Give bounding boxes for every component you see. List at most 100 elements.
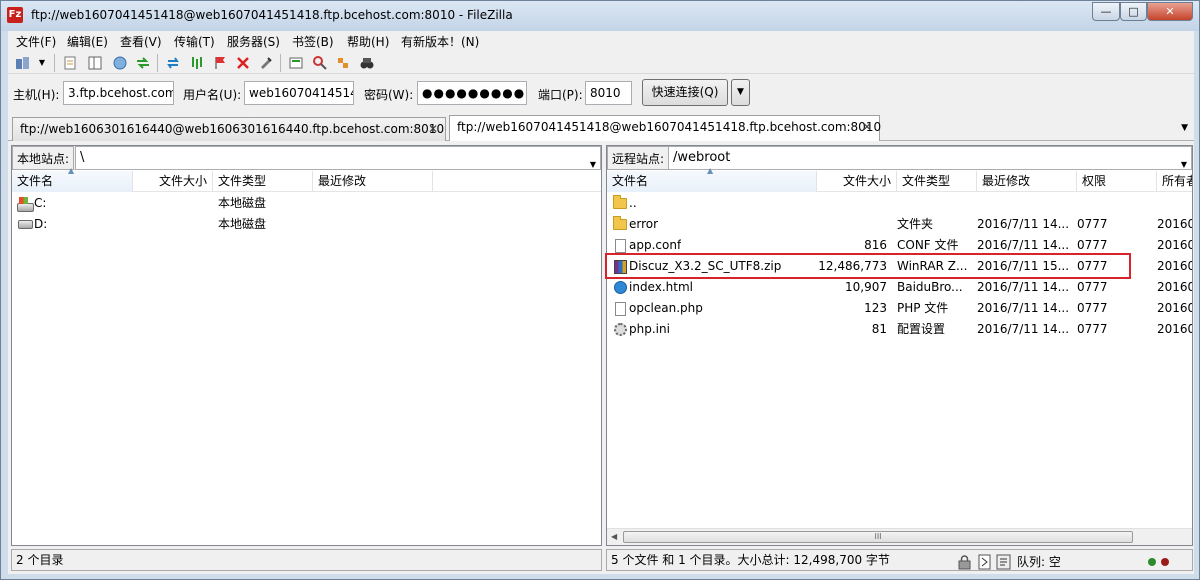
column-filesize[interactable]: 文件大小: [817, 171, 897, 192]
reconnect-icon[interactable]: [257, 54, 274, 71]
toolbar-separator: [157, 54, 158, 72]
highlight-annotation: [605, 253, 1131, 279]
transfer-queue-icon[interactable]: [134, 54, 151, 71]
filter-icon[interactable]: [287, 54, 304, 71]
menu-help[interactable]: 帮助(H): [347, 33, 389, 50]
remote-site-bar: 远程站点: /webroot ▼: [607, 146, 1192, 170]
transfer-type-icon[interactable]: [996, 554, 1011, 570]
file-owner: 20160: [1157, 301, 1193, 315]
file-modified: 2016/7/11 14...: [977, 301, 1070, 315]
column-modified[interactable]: 最近修改: [313, 171, 433, 192]
tab-connection-2[interactable]: ftp://web1607041451418@web1607041451418.…: [449, 115, 881, 141]
file-name: index.html: [629, 280, 693, 294]
column-permissions[interactable]: 权限: [1077, 171, 1157, 192]
menu-bookmarks[interactable]: 书签(B): [292, 33, 334, 50]
remote-path-text: /webroot: [673, 150, 731, 165]
site-manager-icon[interactable]: [13, 54, 30, 71]
username-label: 用户名(U):: [183, 88, 242, 102]
quickconnect-bar: 主机(H): 3.ftp.bcehost.com 用户名(U): web1607…: [8, 75, 1194, 111]
file-type: 配置设置: [897, 322, 946, 336]
table-row[interactable]: ..: [607, 193, 1192, 214]
speed-limit-icon[interactable]: [978, 554, 991, 570]
file-owner: 20160: [1157, 238, 1193, 252]
filezilla-window: Fz ftp://web1607041451418@web16070414514…: [0, 0, 1200, 580]
file-modified: 2016/7/11 14...: [977, 322, 1070, 336]
table-row[interactable]: C: 本地磁盘: [12, 193, 601, 214]
menu-view[interactable]: 查看(V): [120, 33, 162, 50]
tab-close-icon[interactable]: ✕: [862, 116, 872, 138]
file-name: php.ini: [629, 322, 670, 336]
local-tree-icon[interactable]: [86, 54, 103, 71]
search-icon[interactable]: [358, 54, 375, 71]
scroll-left-icon[interactable]: ◀: [611, 532, 617, 541]
remote-path-input[interactable]: /webroot ▼: [668, 146, 1192, 170]
process-queue-icon[interactable]: [188, 54, 205, 71]
message-log-icon[interactable]: [61, 54, 78, 71]
column-filetype[interactable]: 文件类型: [213, 171, 313, 192]
dropdown-arrow-icon[interactable]: ▼: [37, 54, 47, 71]
tab-label: ftp://web1606301616440@web1606301616440.…: [20, 122, 445, 136]
lock-icon: [958, 555, 971, 570]
refresh-icon[interactable]: [164, 54, 181, 71]
table-row[interactable]: php.ini 81 配置设置 2016/7/11 14... 0777 201…: [607, 319, 1192, 340]
scrollbar-thumb[interactable]: III: [623, 531, 1133, 543]
quickconnect-history-dropdown[interactable]: ▼: [731, 79, 750, 106]
local-path-input[interactable]: \ ▼: [75, 146, 601, 170]
compare-icon[interactable]: [311, 54, 328, 71]
column-modified[interactable]: 最近修改: [977, 171, 1077, 192]
file-name: ..: [629, 196, 637, 210]
title-bar[interactable]: Fz ftp://web1607041451418@web16070414514…: [1, 1, 1199, 31]
host-input[interactable]: 3.ftp.bcehost.com: [63, 81, 174, 105]
config-file-icon: [612, 322, 628, 337]
drive-c-icon: [17, 196, 34, 212]
column-filesize[interactable]: 文件大小: [133, 171, 213, 192]
file-type: 本地磁盘: [218, 217, 267, 231]
table-row[interactable]: error 文件夹 2016/7/11 14... 0777 20160: [607, 214, 1192, 235]
column-owner[interactable]: 所有者: [1157, 171, 1192, 192]
tab-list-dropdown-icon[interactable]: ▼: [1181, 123, 1188, 133]
username-input[interactable]: web16070414514: [244, 81, 354, 105]
cancel-icon[interactable]: [211, 54, 228, 71]
document-icon: [612, 301, 628, 316]
menu-transfer[interactable]: 传输(T): [174, 33, 215, 50]
maximize-button[interactable]: □: [1120, 2, 1147, 21]
tab-connection-1[interactable]: ftp://web1606301616440@web1606301616440.…: [12, 117, 446, 141]
menu-server[interactable]: 服务器(S): [227, 33, 280, 50]
menu-file[interactable]: 文件(F): [16, 33, 56, 50]
html-file-icon: [612, 280, 628, 295]
remote-tree-icon[interactable]: [111, 54, 128, 71]
remote-horizontal-scrollbar[interactable]: ◀ III: [607, 528, 1192, 545]
close-button[interactable]: ✕: [1147, 2, 1193, 21]
file-name: opclean.php: [629, 301, 703, 315]
file-name: error: [629, 217, 659, 231]
menu-new-version[interactable]: 有新版本！(N): [401, 33, 479, 50]
connection-tabs: ftp://web1606301616440@web1606301616440.…: [8, 115, 1194, 141]
disconnect-icon[interactable]: [234, 54, 251, 71]
file-permissions: 0777: [1077, 280, 1108, 294]
queue-status: 队列: 空: [1017, 555, 1061, 569]
minimize-button[interactable]: —: [1092, 2, 1120, 21]
file-name: C:: [34, 196, 47, 210]
drive-icon: [17, 217, 33, 232]
port-label: 端口(P):: [538, 88, 583, 102]
filezilla-app-icon: Fz: [7, 7, 23, 23]
password-input[interactable]: ●●●●●●●●●: [417, 81, 527, 105]
tab-close-icon[interactable]: ✕: [428, 118, 438, 140]
sync-browse-icon[interactable]: [334, 54, 351, 71]
local-column-header: 文件名 ▲ 文件大小 文件类型 最近修改: [12, 166, 601, 192]
local-site-label: 本地站点:: [12, 146, 75, 170]
port-input[interactable]: 8010: [585, 81, 632, 105]
quickconnect-button[interactable]: 快速连接(Q): [642, 79, 728, 106]
file-owner: 20160: [1157, 259, 1193, 273]
table-row[interactable]: opclean.php 123 PHP 文件 2016/7/11 14... 0…: [607, 298, 1192, 319]
menu-edit[interactable]: 编辑(E): [67, 33, 108, 50]
password-label: 密码(W):: [364, 88, 414, 102]
sort-ascending-icon: ▲: [707, 166, 714, 175]
toolbar-separator: [54, 54, 55, 72]
file-type: 本地磁盘: [218, 196, 267, 210]
toolbar-separator: [280, 54, 281, 72]
column-filetype[interactable]: 文件类型: [897, 171, 977, 192]
table-row[interactable]: D: 本地磁盘: [12, 214, 601, 235]
file-permissions: 0777: [1077, 217, 1108, 231]
table-row[interactable]: index.html 10,907 BaiduBro... 2016/7/11 …: [607, 277, 1192, 298]
